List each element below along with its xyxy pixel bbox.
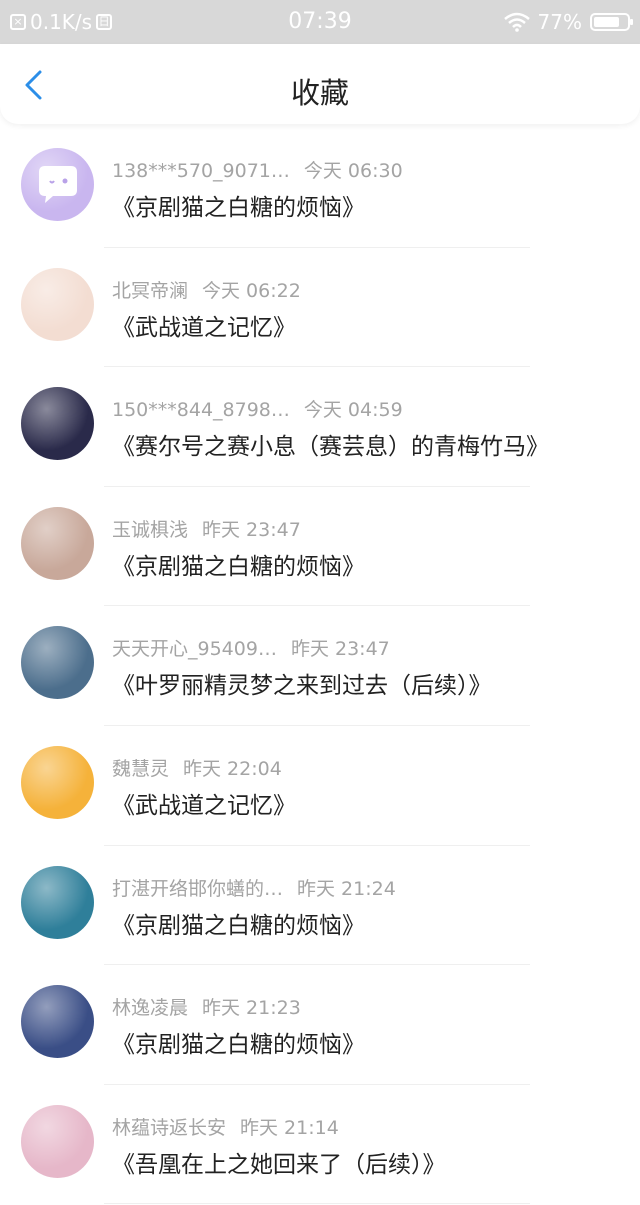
status-right: 77% [503, 10, 633, 34]
username: 打湛开络邯你蟮的… [112, 877, 284, 900]
avatar[interactable] [21, 745, 94, 819]
username: 北冥帝澜 [112, 279, 189, 302]
timestamp: 昨天 23:47 [202, 518, 301, 541]
book-title[interactable]: 《武战道之记忆》 [112, 308, 296, 342]
list-item[interactable]: 玉诚椇浅 昨天 23:47 《京剧猫之白糖的烦恼》 [0, 487, 640, 607]
avatar[interactable] [21, 267, 94, 341]
timestamp: 昨天 21:24 [297, 877, 396, 900]
divider [104, 1203, 530, 1205]
battery-percent: 77% [537, 10, 582, 34]
username: 天天开心_95409… [112, 638, 277, 661]
username: 林逸凌晨 [112, 997, 189, 1020]
avatar[interactable] [21, 985, 94, 1059]
timestamp: 今天 06:22 [202, 279, 301, 302]
avatar[interactable] [21, 506, 94, 580]
timestamp: 今天 06:30 [303, 160, 403, 182]
list-item[interactable]: 魏慧灵 昨天 22:04 《武战道之记忆》 [0, 726, 640, 846]
list-item[interactable]: 150***844_8798… 今天 04:59 《赛尔号之赛小息（赛芸息）的青梅… [0, 367, 640, 487]
list-item[interactable]: 林蕴诗返长安 昨天 21:14 《吾凰在上之她回来了（后续）》 [0, 1085, 640, 1205]
chat-bubble-icon [39, 166, 77, 203]
list-item[interactable]: 天天开心_95409… 昨天 23:47 《叶罗丽精灵梦之来到过去（后续）》 [0, 606, 640, 726]
book-title[interactable]: 《叶罗丽精灵梦之来到过去（后续）》 [112, 666, 492, 700]
book-title[interactable]: 《京剧猫之白糖的烦恼》 [112, 188, 365, 222]
top-nav: 收藏 [0, 44, 640, 124]
battery-level [594, 17, 619, 27]
timestamp: 今天 04:59 [303, 399, 403, 422]
book-title[interactable]: 《京剧猫之白糖的烦恼》 [112, 547, 365, 581]
avatar[interactable] [21, 148, 94, 221]
book-title[interactable]: 《武战道之记忆》 [112, 786, 296, 820]
username: 玉诚椇浅 [112, 518, 189, 541]
list-item[interactable]: 138***570_9071… 今天 06:30 《京剧猫之白糖的烦恼》 [0, 128, 640, 248]
timestamp: 昨天 23:47 [290, 638, 390, 661]
username: 林蕴诗返长安 [112, 1116, 227, 1139]
username: 魏慧灵 [112, 757, 170, 780]
username: 150***844_8798… [112, 399, 290, 422]
page-title: 收藏 [290, 76, 349, 110]
avatar[interactable] [21, 1104, 94, 1178]
list-item[interactable]: 打湛开络邯你蟮的… 昨天 21:24 《京剧猫之白糖的烦恼》 [0, 846, 640, 966]
avatar[interactable] [21, 865, 94, 939]
avatar[interactable] [21, 387, 94, 461]
book-title[interactable]: 《京剧猫之白糖的烦恼》 [112, 1025, 365, 1059]
list-item[interactable]: 林逸凌晨 昨天 21:23 《京剧猫之白糖的烦恼》 [0, 965, 640, 1085]
timestamp: 昨天 21:23 [202, 997, 301, 1020]
list-item[interactable]: 北冥帝澜 今天 06:22 《武战道之记忆》 [0, 248, 640, 368]
book-title[interactable]: 《京剧猫之白糖的烦恼》 [112, 906, 365, 940]
username: 138***570_9071… [112, 160, 290, 182]
favorites-list: 138***570_9071… 今天 06:30 《京剧猫之白糖的烦恼》 北冥帝澜… [0, 128, 640, 1205]
wifi-icon [503, 12, 530, 32]
book-title[interactable]: 《赛尔号之赛小息（赛芸息）的青梅竹马》 [112, 427, 549, 461]
avatar[interactable] [21, 626, 94, 700]
timestamp: 昨天 22:04 [183, 757, 282, 780]
battery-icon [590, 13, 633, 31]
status-bar: × 0.1K/s 日 07:39 77% [0, 0, 640, 44]
timestamp: 昨天 21:14 [240, 1116, 339, 1139]
book-title[interactable]: 《吾凰在上之她回来了（后续）》 [112, 1145, 446, 1179]
